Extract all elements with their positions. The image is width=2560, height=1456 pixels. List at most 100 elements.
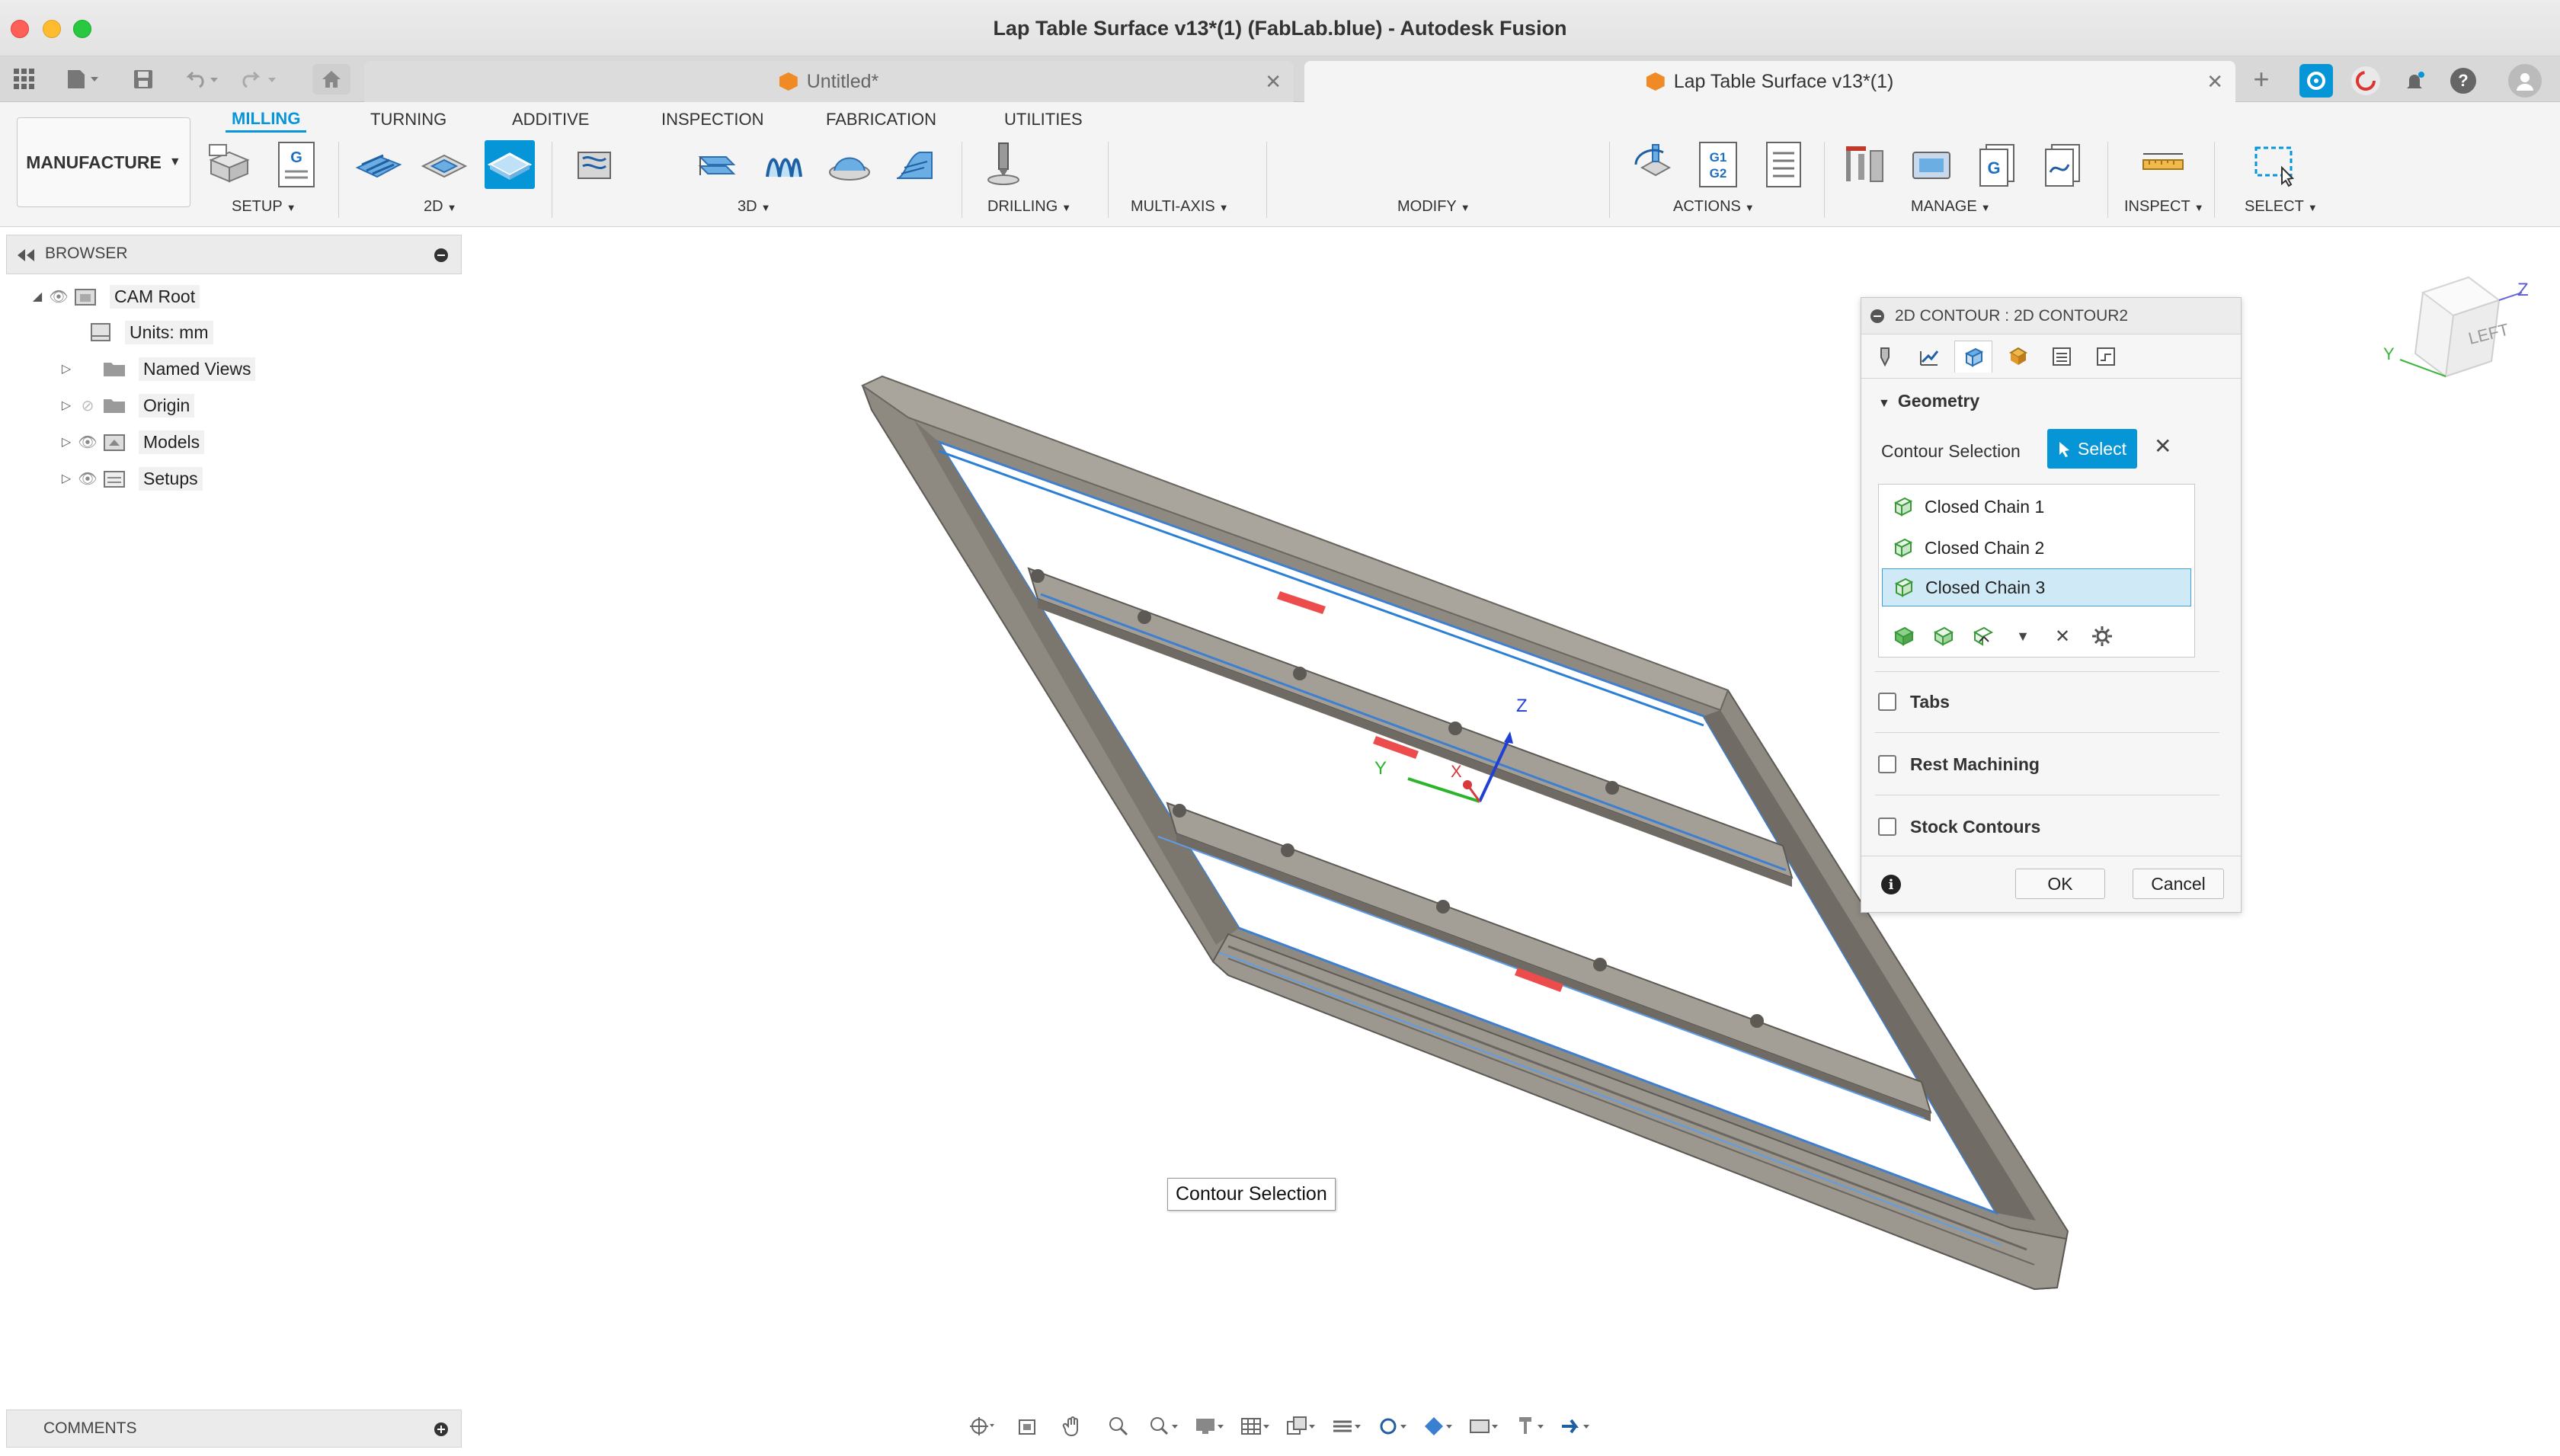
tab-lap-table-surface[interactable]: Lap Table Surface v13*(1) ✕ <box>1304 61 2235 102</box>
simulation-toggle-icon[interactable] <box>1556 1411 1595 1442</box>
2d-adaptive-icon[interactable] <box>354 140 404 189</box>
measure-icon[interactable] <box>2138 140 2188 189</box>
remove-chain-icon[interactable]: ✕ <box>2048 622 2077 651</box>
geometry-selection-tab-icon[interactable] <box>1954 341 1992 373</box>
tool-tab-icon[interactable] <box>1866 341 1904 373</box>
group-select[interactable]: SELECT ▼ <box>2245 198 2318 216</box>
3d-parallel-icon[interactable] <box>759 140 809 189</box>
redo-icon[interactable] <box>238 64 283 94</box>
notifications-bell-icon[interactable] <box>2400 66 2429 95</box>
group-3d[interactable]: 3D ▼ <box>738 198 770 216</box>
post-library-icon[interactable]: G <box>1972 140 2022 189</box>
environment-icon[interactable] <box>1464 1411 1504 1442</box>
zoom-icon[interactable] <box>1099 1411 1138 1442</box>
tab-untitled[interactable]: Untitled* ✕ <box>364 61 1294 102</box>
tab-additive[interactable]: ADDITIVE <box>506 107 595 133</box>
close-tab-icon[interactable]: ✕ <box>1265 70 1282 94</box>
file-menu-icon[interactable] <box>61 64 107 94</box>
info-icon[interactable]: i <box>1881 875 1901 894</box>
orbit-icon[interactable] <box>962 1411 1001 1442</box>
add-open-chain-icon[interactable] <box>1929 622 1958 651</box>
section-analysis-icon[interactable] <box>1327 1411 1367 1442</box>
zoom-window-icon[interactable] <box>1144 1411 1184 1442</box>
group-manage[interactable]: MANAGE ▼ <box>1911 198 1991 216</box>
tabs-option[interactable]: Tabs <box>1878 686 1950 717</box>
template-library-icon[interactable] <box>2037 140 2088 189</box>
workspace-switcher[interactable]: MANUFACTURE ▼ <box>17 117 190 207</box>
tabs-checkbox[interactable] <box>1878 693 1896 711</box>
rotate-view-icon[interactable] <box>1373 1411 1413 1442</box>
chevron-down-icon[interactable]: ▼ <box>2008 622 2037 651</box>
chain-list-item-selected[interactable]: Closed Chain 3 <box>1882 568 2191 606</box>
chain-list-item[interactable]: Closed Chain 2 <box>1882 529 2191 567</box>
rest-machining-option[interactable]: Rest Machining <box>1878 749 2040 779</box>
dialog-collapse-icon[interactable] <box>1870 309 1884 323</box>
extensions-icon[interactable] <box>2299 64 2333 98</box>
app-grid-icon[interactable] <box>9 64 40 94</box>
passes-tab-icon[interactable] <box>2043 341 2081 373</box>
ok-button[interactable]: OK <box>2015 869 2105 899</box>
chain-settings-gear-icon[interactable] <box>2088 622 2117 651</box>
view-cube[interactable]: LEFT Z Y <box>2377 270 2530 399</box>
display-settings-icon[interactable] <box>1190 1411 1230 1442</box>
2d-pocket-icon[interactable] <box>419 140 469 189</box>
tab-turning[interactable]: TURNING <box>364 107 453 133</box>
grid-settings-icon[interactable] <box>1236 1411 1275 1442</box>
collapse-section-icon[interactable]: ▼ <box>1878 397 1890 410</box>
stock-contours-option[interactable]: Stock Contours <box>1878 811 2040 842</box>
group-2d[interactable]: 2D ▼ <box>424 198 456 216</box>
close-tab-icon[interactable]: ✕ <box>2206 70 2223 94</box>
simulate-icon[interactable] <box>1630 140 1681 189</box>
contour-select-button[interactable]: Select <box>2047 429 2137 469</box>
setup-sheet-icon[interactable] <box>1758 140 1809 189</box>
stock-contours-checkbox[interactable] <box>1878 818 1896 836</box>
look-at-icon[interactable] <box>1007 1411 1047 1442</box>
machine-library-icon[interactable] <box>1906 140 1957 189</box>
tab-utilities[interactable]: UTILITIES <box>998 107 1089 133</box>
add-chain-icon[interactable] <box>1890 622 1918 651</box>
add-comment-icon[interactable] <box>434 1422 449 1437</box>
dialog-header[interactable]: 2D CONTOUR : 2D CONTOUR2 <box>1861 298 2241 334</box>
geometry-section-header[interactable]: ▼ Geometry <box>1878 391 1979 411</box>
group-multi-axis[interactable]: MULTI-AXIS ▼ <box>1131 198 1229 216</box>
machine-icon[interactable] <box>1510 1411 1550 1442</box>
pan-hand-icon[interactable] <box>1053 1411 1093 1442</box>
job-status-icon[interactable] <box>2351 66 2380 95</box>
setup-sheet-g-icon[interactable]: G <box>271 140 322 189</box>
clear-selection-icon[interactable]: ✕ <box>2154 434 2171 459</box>
group-actions[interactable]: ACTIONS ▼ <box>1673 198 1755 216</box>
2d-contour-icon[interactable] <box>485 140 535 189</box>
drill-icon[interactable] <box>978 140 1029 189</box>
group-inspect[interactable]: INSPECT ▼ <box>2124 198 2204 216</box>
tab-inspection[interactable]: INSPECTION <box>655 107 770 133</box>
3d-scallop-icon[interactable] <box>824 140 875 189</box>
linking-tab-icon[interactable] <box>2087 341 2125 373</box>
save-icon[interactable] <box>128 64 158 94</box>
new-setup-icon[interactable] <box>206 140 256 189</box>
viewports-icon[interactable] <box>1282 1411 1321 1442</box>
comments-panel[interactable]: COMMENTS <box>6 1410 462 1448</box>
3d-pocket-icon[interactable] <box>693 140 744 189</box>
user-avatar[interactable] <box>2508 64 2542 98</box>
group-drilling[interactable]: DRILLING ▼ <box>987 198 1071 216</box>
cancel-button[interactable]: Cancel <box>2133 869 2224 899</box>
rest-machining-checkbox[interactable] <box>1878 755 1896 773</box>
geometry-tab-icon[interactable] <box>1910 341 1948 373</box>
tool-library-icon[interactable] <box>1841 140 1891 189</box>
group-setup[interactable]: SETUP ▼ <box>232 198 296 216</box>
heights-tab-icon[interactable] <box>1998 341 2037 373</box>
visual-style-icon[interactable] <box>1419 1411 1458 1442</box>
3d-steep-shallow-icon[interactable] <box>890 140 940 189</box>
undo-icon[interactable] <box>180 64 226 94</box>
post-process-g1g2-icon[interactable]: G1 G2 <box>1693 140 1743 189</box>
tab-milling[interactable]: MILLING <box>226 107 307 133</box>
home-icon[interactable] <box>312 64 350 94</box>
3d-adaptive-clearing-icon[interactable] <box>570 140 620 189</box>
tab-fabrication[interactable]: FABRICATION <box>820 107 942 133</box>
group-modify[interactable]: MODIFY ▼ <box>1397 198 1470 216</box>
help-icon[interactable]: ? <box>2450 68 2476 94</box>
chain-list-item[interactable]: Closed Chain 1 <box>1882 488 2191 526</box>
window-select-icon[interactable] <box>2251 140 2301 189</box>
add-silhouette-icon[interactable] <box>1969 622 1998 651</box>
new-tab-plus-icon[interactable]: + <box>2246 63 2277 94</box>
